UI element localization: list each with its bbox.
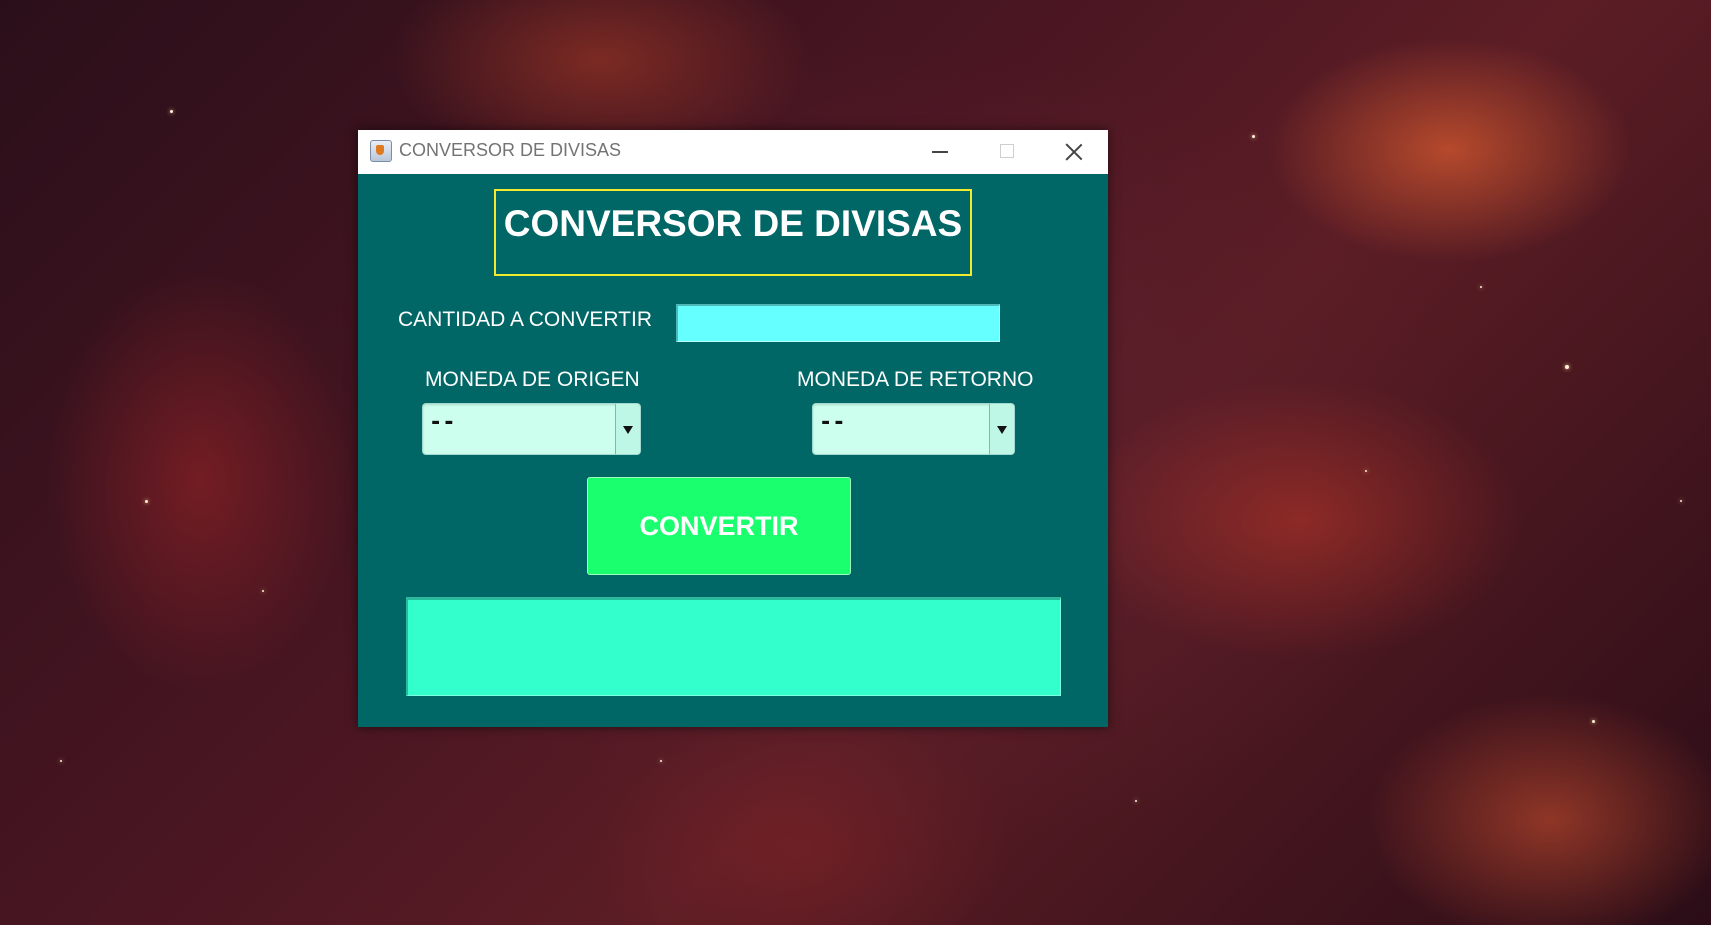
origin-currency-select[interactable]: -- <box>422 403 641 455</box>
star-decoration <box>1365 470 1367 472</box>
star-decoration <box>1252 135 1255 138</box>
star-decoration <box>1592 720 1595 723</box>
star-decoration <box>1565 365 1569 369</box>
chevron-down-icon <box>623 426 633 434</box>
heading-box: CONVERSOR DE DIVISAS <box>494 189 972 276</box>
minimize-button[interactable] <box>906 130 974 174</box>
title-bar[interactable]: CONVERSOR DE DIVISAS <box>358 130 1108 174</box>
maximize-button[interactable] <box>974 130 1042 174</box>
star-decoration <box>660 760 662 762</box>
target-currency-label: MONEDA DE RETORNO <box>797 368 1034 391</box>
desktop-background: CONVERSOR DE DIVISAS CONVERSOR DE DIVISA… <box>0 0 1711 925</box>
amount-label: CANTIDAD A CONVERTIR <box>398 308 652 331</box>
star-decoration <box>170 110 173 113</box>
origin-dropdown-arrow[interactable] <box>615 404 640 454</box>
minimize-icon <box>932 151 948 153</box>
origin-currency-label: MONEDA DE ORIGEN <box>425 368 640 391</box>
window-title: CONVERSOR DE DIVISAS <box>399 140 622 160</box>
result-display <box>406 597 1061 696</box>
close-button[interactable] <box>1040 130 1108 174</box>
star-decoration <box>60 760 62 762</box>
target-currency-value: -- <box>819 410 846 435</box>
maximize-icon <box>1000 144 1014 158</box>
target-dropdown-arrow[interactable] <box>989 404 1014 454</box>
convert-button[interactable]: CONVERTIR <box>587 477 851 575</box>
page-title: CONVERSOR DE DIVISAS <box>503 203 963 244</box>
amount-input[interactable] <box>676 304 1000 342</box>
chevron-down-icon <box>997 426 1007 434</box>
origin-currency-value: -- <box>429 410 456 435</box>
close-icon <box>1064 142 1084 162</box>
star-decoration <box>1680 500 1682 502</box>
star-decoration <box>262 590 264 592</box>
java-cup-icon <box>370 140 392 162</box>
star-decoration <box>1480 286 1482 288</box>
target-currency-select[interactable]: -- <box>812 403 1015 455</box>
star-decoration <box>145 500 148 503</box>
star-decoration <box>1135 800 1137 802</box>
converter-window: CONVERSOR DE DIVISAS CONVERSOR DE DIVISA… <box>358 130 1108 727</box>
